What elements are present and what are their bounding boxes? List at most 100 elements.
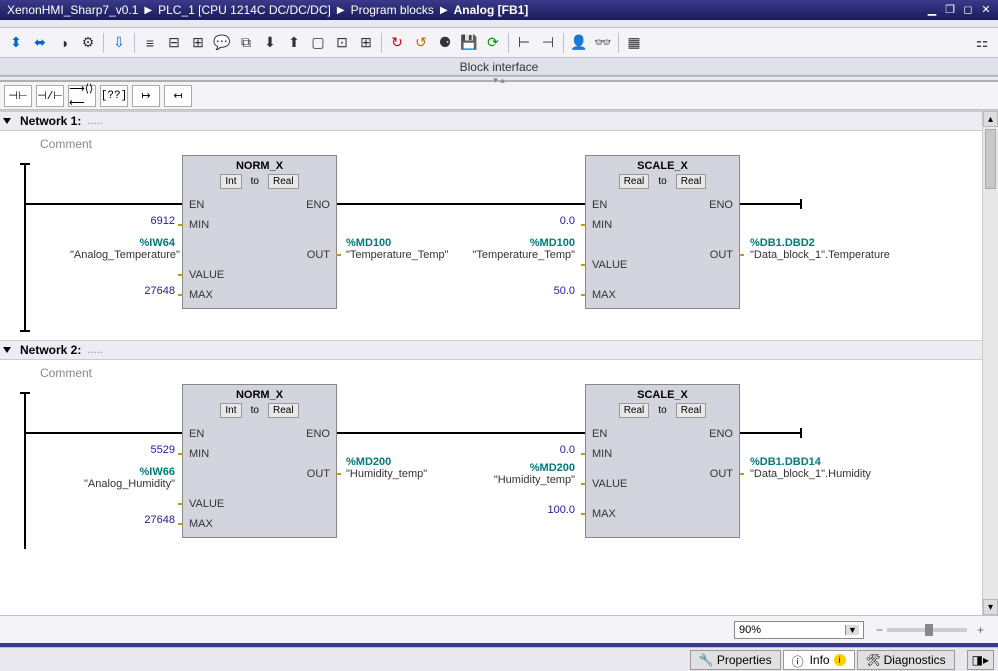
- tab-properties[interactable]: 🔧 Properties: [690, 650, 781, 670]
- monitor-icon[interactable]: ◑: [53, 32, 75, 54]
- fb-title: NORM_X: [183, 156, 336, 174]
- scroll-thumb[interactable]: [985, 129, 996, 189]
- outdent-icon[interactable]: ⊞: [187, 32, 209, 54]
- tab-diagnostics[interactable]: 🛠 Diagnostics: [857, 650, 955, 670]
- sync-icon[interactable]: ⟳: [482, 32, 504, 54]
- open-contact-icon[interactable]: ⊣⊢: [4, 85, 32, 107]
- crumb-project[interactable]: XenonHMI_Sharp7_v0.1: [7, 3, 138, 17]
- type-int[interactable]: Int: [220, 403, 241, 418]
- div1-icon[interactable]: ⊢: [513, 32, 535, 54]
- upload-icon[interactable]: ⬆: [283, 32, 305, 54]
- crumb-folder[interactable]: Program blocks: [351, 3, 434, 17]
- network-dots: .....: [87, 344, 102, 356]
- type-real[interactable]: Real: [619, 174, 650, 189]
- op-min[interactable]: 6912: [80, 215, 175, 227]
- op-max[interactable]: 100.0: [480, 504, 575, 516]
- options-icon[interactable]: ⚏: [971, 32, 993, 54]
- type-real[interactable]: Real: [268, 174, 299, 189]
- collapse-arrow-icon[interactable]: [3, 347, 11, 353]
- go-offline-icon[interactable]: ⬌: [29, 32, 51, 54]
- op-min[interactable]: 0.0: [480, 215, 575, 227]
- pin-eno: ENO: [306, 428, 330, 440]
- branch-open-icon[interactable]: ↦: [132, 85, 160, 107]
- tab-info[interactable]: ⓘ Info i: [783, 650, 855, 670]
- coil-icon[interactable]: ⟶⟨⟩⟵: [68, 85, 96, 107]
- box-q-icon[interactable]: [??]: [100, 85, 128, 107]
- zoom-slider-knob[interactable]: [925, 624, 933, 636]
- crumb-plc[interactable]: PLC_1 [CPU 1214C DC/DC/DC]: [158, 3, 331, 17]
- zoom-in-icon[interactable]: +: [977, 623, 984, 637]
- network-2-header[interactable]: Network 2: .....: [0, 340, 998, 360]
- fb-title: SCALE_X: [586, 156, 739, 174]
- type-real[interactable]: Real: [676, 174, 707, 189]
- scroll-down-icon[interactable]: ▾: [983, 599, 998, 615]
- op-min[interactable]: 5529: [80, 444, 175, 456]
- op-min[interactable]: 0.0: [480, 444, 575, 456]
- op-out[interactable]: %DB1.DBD14"Data_block_1".Humidity: [750, 456, 860, 480]
- download-icon[interactable]: ⇩: [108, 32, 130, 54]
- op-value[interactable]: %MD200"Humidity_temp": [470, 462, 575, 486]
- network-icon[interactable]: ⚈: [434, 32, 456, 54]
- op-value[interactable]: %IW64"Analog_Temperature": [70, 237, 175, 261]
- op-value[interactable]: %IW66"Analog_Humidity": [70, 466, 175, 490]
- network-1-canvas[interactable]: NORM_X Int to Real EN ENO MIN VALUE MAX …: [20, 155, 978, 340]
- type-int[interactable]: Int: [220, 174, 241, 189]
- scale-x-block[interactable]: SCALE_X Real to Real EN ENO MIN VALUE MA…: [585, 155, 740, 309]
- pin-out: OUT: [710, 468, 733, 480]
- op-max[interactable]: 50.0: [480, 285, 575, 297]
- block-interface-header[interactable]: Block interface: [0, 58, 998, 76]
- box-icon[interactable]: ▢: [307, 32, 329, 54]
- interface-sash-icon[interactable]: ▾ ▴: [493, 75, 505, 85]
- network-1-comment[interactable]: Comment: [0, 131, 998, 155]
- goggles-icon[interactable]: 👓: [592, 32, 614, 54]
- norm-x-block[interactable]: NORM_X Int to Real EN ENO MIN VALUE MAX …: [182, 155, 337, 309]
- minimize-icon[interactable]: ▁: [924, 3, 940, 17]
- branch-close-icon[interactable]: ↤: [164, 85, 192, 107]
- op-max[interactable]: 27648: [80, 514, 175, 526]
- zoom-slider[interactable]: [887, 628, 967, 632]
- type-real[interactable]: Real: [619, 403, 650, 418]
- panel-collapse-button[interactable]: ◨▸: [967, 650, 994, 670]
- pin-min: MIN: [592, 448, 612, 460]
- comment-toggle-icon[interactable]: 💬: [211, 32, 233, 54]
- collapse-icon[interactable]: ⊡: [331, 32, 353, 54]
- go-online-icon[interactable]: ⬍: [5, 32, 27, 54]
- redo-stop-icon[interactable]: ↻: [386, 32, 408, 54]
- crumb-block[interactable]: Analog [FB1]: [454, 3, 529, 17]
- compile-icon[interactable]: ⚙: [77, 32, 99, 54]
- zoom-out-icon[interactable]: −: [876, 623, 883, 637]
- scale-x-block-2[interactable]: SCALE_X Real to Real EN ENO MIN VALUE MA…: [585, 384, 740, 538]
- list-icon[interactable]: ≡: [139, 32, 161, 54]
- type-real[interactable]: Real: [676, 403, 707, 418]
- op-out[interactable]: %MD100"Temperature_Temp": [346, 237, 446, 261]
- zoom-select[interactable]: 90% ▼: [734, 621, 864, 639]
- div2-icon[interactable]: ⊣: [537, 32, 559, 54]
- zoom-dropdown-icon[interactable]: ▼: [845, 625, 859, 635]
- user-icon[interactable]: 👤: [568, 32, 590, 54]
- scroll-up-icon[interactable]: ▴: [983, 111, 998, 127]
- indent-icon[interactable]: ⊟: [163, 32, 185, 54]
- maximize-icon[interactable]: ◻: [960, 3, 976, 17]
- overview-icon[interactable]: ▦: [623, 32, 645, 54]
- op-value[interactable]: %MD100"Temperature_Temp": [470, 237, 575, 261]
- download2-icon[interactable]: ⬇: [259, 32, 281, 54]
- network-2-canvas[interactable]: NORM_X Int to Real EN ENO MIN VALUE MAX …: [20, 384, 978, 549]
- op-out[interactable]: %MD200"Humidity_temp": [346, 456, 456, 480]
- restore-icon[interactable]: ❐: [942, 3, 958, 17]
- editor-vertical-scrollbar[interactable]: ▴ ▾: [982, 111, 998, 615]
- collapse-arrow-icon[interactable]: [3, 118, 11, 124]
- closed-contact-icon[interactable]: ⊣/⊢: [36, 85, 64, 107]
- op-max[interactable]: 27648: [80, 285, 175, 297]
- expand-icon[interactable]: ⊞: [355, 32, 377, 54]
- compare-icon[interactable]: ⧉: [235, 32, 257, 54]
- editor-canvas[interactable]: Network 1: ..... Comment NORM_X Int to R…: [0, 110, 998, 615]
- save-icon[interactable]: 💾: [458, 32, 480, 54]
- pin-min: MIN: [189, 219, 209, 231]
- norm-x-block-2[interactable]: NORM_X Int to Real EN ENO MIN VALUE MAX …: [182, 384, 337, 538]
- type-real[interactable]: Real: [268, 403, 299, 418]
- undo-icon[interactable]: ↺: [410, 32, 432, 54]
- close-icon[interactable]: ✕: [978, 3, 994, 17]
- network-2-comment[interactable]: Comment: [0, 360, 998, 384]
- network-1-header[interactable]: Network 1: .....: [0, 111, 998, 131]
- op-out[interactable]: %DB1.DBD2"Data_block_1".Temperature: [750, 237, 860, 261]
